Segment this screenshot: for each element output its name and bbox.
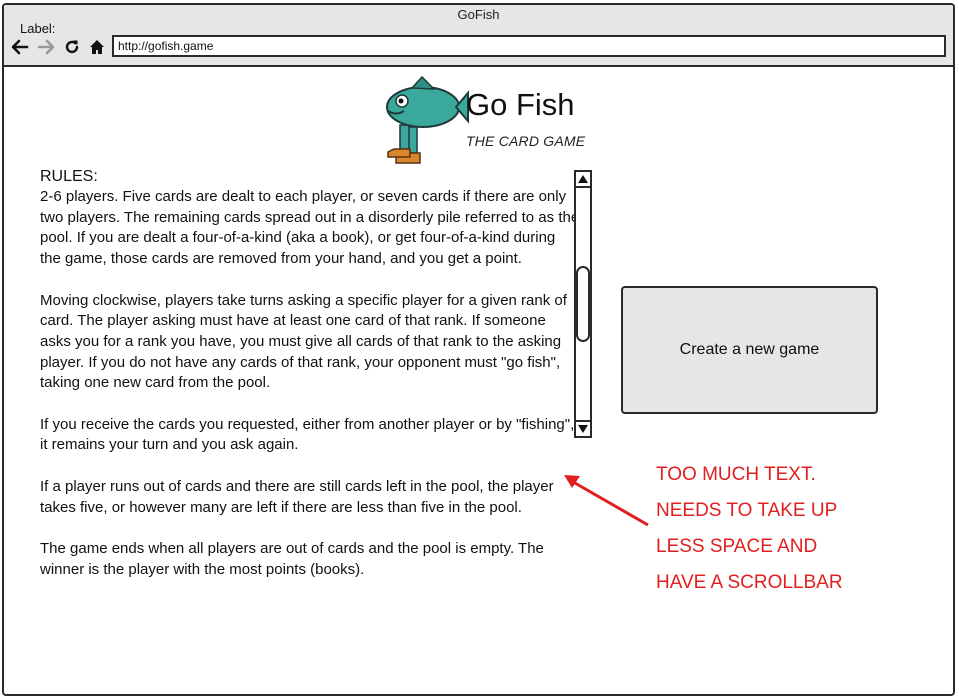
rules-scrollbar[interactable] xyxy=(574,170,592,438)
annotation-line: TOO MUCH TEXT. xyxy=(656,464,816,485)
page-title: Go Fish xyxy=(466,87,575,122)
forward-arrow-icon[interactable] xyxy=(36,37,56,57)
page-subtitle: THE CARD GAME xyxy=(466,133,586,149)
annotation-line: HAVE A SCROLLBAR xyxy=(656,572,843,593)
window-title: GoFish xyxy=(457,7,500,22)
rules-paragraph: Moving clockwise, players take turns ask… xyxy=(40,291,567,392)
browser-chrome: GoFish Label: http://gofish.game xyxy=(4,5,953,67)
rules-paragraph: The game ends when all players are out o… xyxy=(40,539,544,578)
annotation-note: TOO MUCH TEXT. NEEDS TO TAKE UP LESS SPA… xyxy=(656,457,843,601)
annotation-arrow-icon xyxy=(564,475,649,527)
browser-window: GoFish Label: http://gofish.game Go Fish… xyxy=(2,3,955,696)
scrollbar-thumb[interactable] xyxy=(576,266,590,342)
scroll-up-icon[interactable] xyxy=(576,172,590,188)
back-arrow-icon[interactable] xyxy=(10,37,30,57)
create-new-game-button[interactable]: Create a new game xyxy=(621,286,878,414)
url-bar[interactable]: http://gofish.game xyxy=(112,35,946,57)
rules-heading: RULES: xyxy=(40,168,98,185)
rules-paragraph: If you receive the cards you requested, … xyxy=(40,415,575,454)
chrome-label: Label: xyxy=(20,21,56,36)
home-icon[interactable] xyxy=(87,37,107,57)
annotation-line: NEEDS TO TAKE UP xyxy=(656,500,838,521)
rules-section: RULES: 2-6 players. Five cards are dealt… xyxy=(40,167,580,601)
rules-paragraph: If a player runs out of cards and there … xyxy=(40,477,554,516)
scroll-down-icon[interactable] xyxy=(576,420,590,436)
fish-logo-icon xyxy=(378,75,470,174)
reload-icon[interactable] xyxy=(62,37,82,57)
annotation-line: LESS SPACE AND xyxy=(656,536,818,557)
rules-paragraph: 2-6 players. Five cards are dealt to eac… xyxy=(40,188,580,268)
